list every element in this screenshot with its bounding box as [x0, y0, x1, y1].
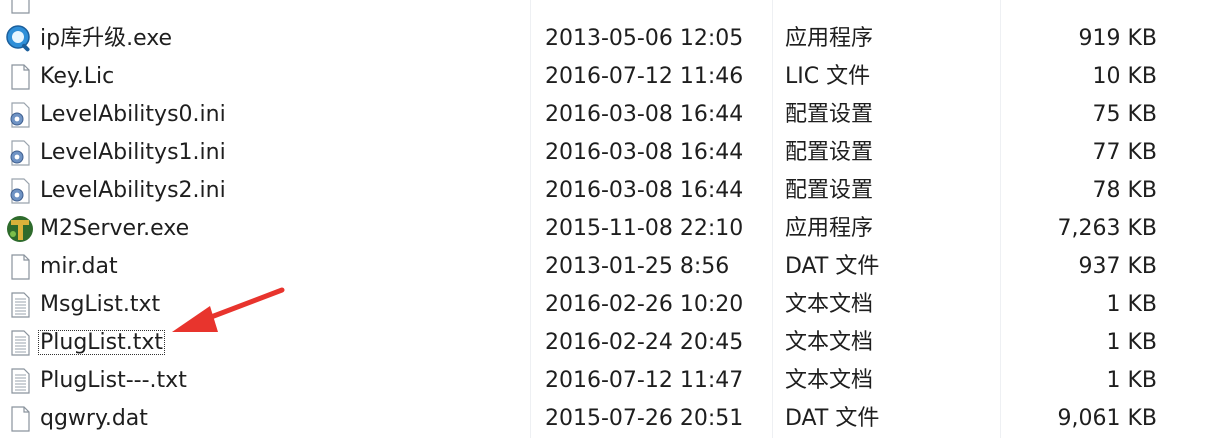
file-rows: ip库升级.exe 2013-05-06 12:05 应用程序 919 KB Key.L…	[0, 0, 1230, 438]
search-app-icon	[5, 24, 35, 54]
file-name-text: MsgList.txt	[40, 292, 161, 317]
file-type: DAT 文件	[785, 406, 880, 431]
file-row[interactable]: mir.dat 2013-01-25 8:56 DAT 文件 937 KB	[0, 248, 1230, 286]
red-arrow-icon	[172, 287, 285, 332]
generic-icon	[5, 0, 35, 16]
text-file-icon	[5, 290, 35, 320]
text-file-icon	[5, 328, 35, 358]
file-date: 2015-11-08 22:10	[545, 216, 744, 241]
config-file-icon	[5, 100, 35, 130]
file-date: 2016-03-08 16:44	[545, 140, 744, 165]
file-type: 配置设置	[785, 102, 874, 127]
blank-file-icon	[5, 252, 35, 282]
file-name: mir.dat	[40, 248, 118, 286]
config-file-icon	[5, 176, 35, 206]
file-row[interactable]: M2Server.exe 2015-11-08 22:10 应用程序 7,263 KB	[0, 210, 1230, 248]
file-size: 9,061 KB	[1057, 406, 1158, 431]
file-size: 78 KB	[1092, 178, 1157, 203]
file-row[interactable]: qgwry.dat 2015-07-26 20:51 DAT 文件 9,061 KB	[0, 400, 1230, 438]
file-name-text: PlugList.txt	[38, 330, 166, 355]
file-date: 2015-07-26 20:51	[545, 406, 744, 431]
file-date: 2016-07-12 11:46	[545, 64, 744, 89]
file-date: 2016-03-08 16:44	[545, 102, 744, 127]
file-type: 文本文档	[785, 368, 874, 393]
file-date: 2016-07-12 11:47	[545, 368, 744, 393]
file-type: 文本文档	[785, 330, 874, 355]
file-size: 1 KB	[1106, 292, 1157, 317]
file-row[interactable]: LevelAbilitys1.ini 2016-03-08 16:44 配置设置 77…	[0, 134, 1230, 172]
file-size: 1 KB	[1106, 330, 1157, 355]
file-type: DAT 文件	[785, 254, 880, 279]
file-type: 配置设置	[785, 178, 874, 203]
file-name: LevelAbilitys1.ini	[40, 134, 226, 172]
file-size: 1 KB	[1106, 368, 1157, 393]
text-file-icon	[5, 366, 35, 396]
file-name-text: LevelAbilitys1.ini	[40, 140, 226, 165]
file-row[interactable]: Key.Lic 2016-07-12 11:46 LIC 文件 10 KB	[0, 58, 1230, 96]
file-name: qgwry.dat	[40, 400, 148, 438]
file-size: 937 KB	[1078, 254, 1157, 279]
file-row[interactable]: ip库升级.exe 2013-05-06 12:05 应用程序 919 KB	[0, 20, 1230, 58]
file-name-text: ip库升级.exe	[40, 26, 173, 51]
file-row[interactable]: LevelAbilitys0.ini 2016-03-08 16:44 配置设置 75…	[0, 96, 1230, 134]
server-app-icon	[5, 214, 35, 244]
file-type: 应用程序	[785, 26, 874, 51]
file-date: 2016-03-08 16:44	[545, 178, 744, 203]
file-type: 配置设置	[785, 140, 874, 165]
file-size: 77 KB	[1092, 140, 1157, 165]
file-name: LevelAbilitys2.ini	[40, 172, 226, 210]
file-date: 2016-02-26 10:20	[545, 292, 744, 317]
file-name: LevelAbilitys0.ini	[40, 96, 226, 134]
blank-file-icon	[5, 62, 35, 92]
blank-file-icon	[5, 404, 35, 434]
file-row[interactable]: LevelAbilitys2.ini 2016-03-08 16:44 配置设置 78…	[0, 172, 1230, 210]
file-name: ip库升级.exe	[40, 20, 172, 58]
file-name: M2Server.exe	[40, 210, 189, 248]
file-date: 2013-01-25 8:56	[545, 254, 730, 279]
file-size: 10 KB	[1092, 64, 1157, 89]
file-row[interactable]	[0, 0, 1230, 20]
file-size: 919 KB	[1078, 26, 1157, 51]
file-name-text: Key.Lic	[40, 64, 115, 89]
file-name-text: PlugList---.txt	[40, 368, 187, 393]
file-name-text: LevelAbilitys2.ini	[40, 178, 226, 203]
file-type: LIC 文件	[785, 64, 871, 89]
file-name: PlugList.txt	[38, 324, 166, 362]
file-name-text: LevelAbilitys0.ini	[40, 102, 226, 127]
file-type: 文本文档	[785, 292, 874, 317]
file-size: 7,263 KB	[1057, 216, 1158, 241]
file-name-text: mir.dat	[40, 254, 118, 279]
file-name: Key.Lic	[40, 58, 114, 96]
config-file-icon	[5, 138, 35, 168]
file-date: 2016-02-24 20:45	[545, 330, 744, 355]
file-list: ip库升级.exe 2013-05-06 12:05 应用程序 919 KB Key.L…	[0, 0, 1230, 438]
file-date: 2013-05-06 12:05	[545, 26, 744, 51]
file-size: 75 KB	[1092, 102, 1157, 127]
file-name-text: M2Server.exe	[40, 216, 190, 241]
file-name: PlugList---.txt	[40, 362, 187, 400]
file-row[interactable]: PlugList---.txt 2016-07-12 11:47 文本文档 1 KB	[0, 362, 1230, 400]
file-type: 应用程序	[785, 216, 874, 241]
file-name: MsgList.txt	[40, 286, 160, 324]
